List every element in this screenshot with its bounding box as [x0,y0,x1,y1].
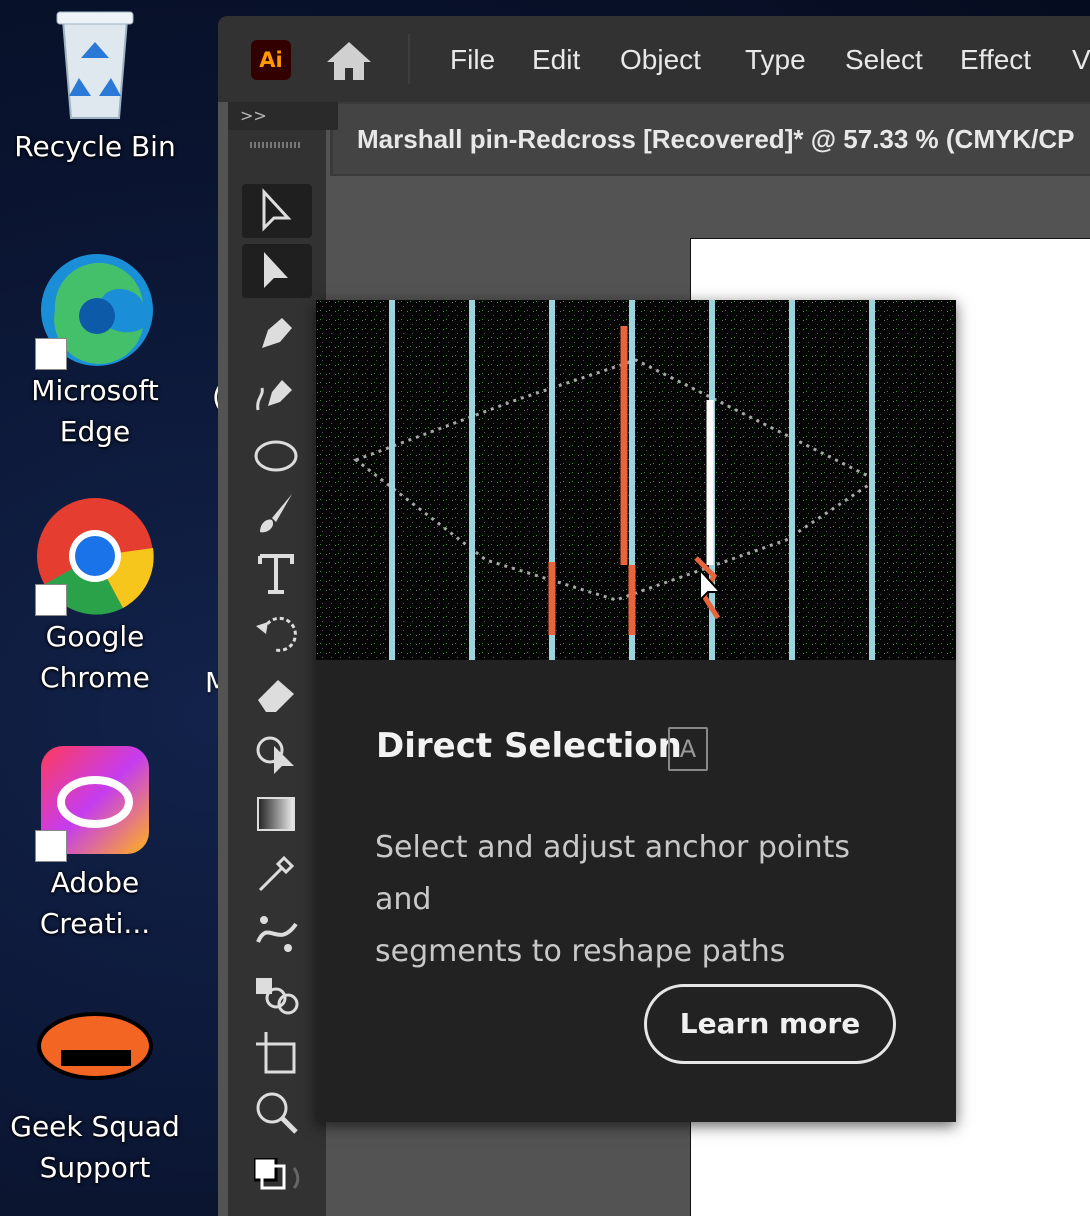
shortcut-arrow-icon [35,584,67,616]
tooltip-title: Direct Selection [376,726,682,766]
tool-tooltip-popup: Direct Selection A Select and adjust anc… [316,300,956,1122]
panel-grip[interactable] [250,142,300,148]
illustrator-logo: Ai [251,40,291,80]
menu-select[interactable]: Select [845,40,923,80]
rotate-tool-icon[interactable] [242,606,312,660]
puppet-warp-tool-icon[interactable] [242,906,312,960]
menu-effect[interactable]: Effect [960,40,1031,80]
creative-cloud-icon [35,742,155,862]
menu-object[interactable]: Object [620,40,701,80]
desktop-icon-microsoft-edge[interactable]: Microsoft Edge [0,250,190,452]
blend-tool-icon[interactable] [242,966,312,1020]
tooltip-description-line-2: segments to reshape paths [375,934,786,969]
pen-tool-icon[interactable] [242,306,312,360]
menu-file[interactable]: File [450,40,495,80]
fill-stroke-swap-icon[interactable] [242,1154,312,1208]
menu-bar: Ai File Edit Object Type Select Effect V [218,16,1090,102]
panel-collapse-button[interactable]: >> [228,102,338,130]
learn-more-button[interactable]: Learn more [644,984,896,1064]
tooltip-description: Select and adjust anchor points and segm… [375,822,915,978]
menu-separator [408,34,410,84]
zoom-tool-icon[interactable] [242,1086,312,1140]
recycle-bin-icon [35,6,155,126]
tooltip-description-line-1: Select and adjust anchor points and [375,830,851,917]
shortcut-arrow-icon [35,830,67,862]
eraser-tool-icon[interactable] [242,666,312,720]
chrome-label: Google Chrome [40,620,150,694]
home-icon[interactable] [325,40,373,82]
gradient-tool-icon[interactable] [242,786,312,840]
edge-label: Microsoft Edge [31,374,159,448]
recycle-bin-label: Recycle Bin [14,130,176,163]
menu-view[interactable]: V [1072,40,1090,80]
artboard-tool-icon[interactable] [242,1026,312,1080]
shortcut-arrow-icon [35,338,67,370]
eyedropper-tool-icon[interactable] [242,846,312,900]
desktop-icon-recycle-bin[interactable]: Recycle Bin [0,6,190,167]
desktop-icon-google-chrome[interactable]: Google Chrome [0,496,190,698]
tooltip-shortcut-key: A [668,727,708,771]
paintbrush-tool-icon[interactable] [242,486,312,540]
geek-squad-icon [35,986,155,1106]
desktop-icon-adobe-creative-cloud[interactable]: Adobe Creati... [0,742,190,944]
direct-selection-tool-icon[interactable] [242,244,312,298]
tooltip-demo-animation [316,300,956,660]
document-tab[interactable]: Marshall pin-Redcross [Recovered]* @ 57.… [333,104,1090,174]
ellipse-tool-icon[interactable] [242,426,312,480]
curvature-tool-icon[interactable] [242,366,312,420]
creative-cloud-label: Adobe Creati... [39,866,151,940]
edge-icon [35,250,155,370]
menu-edit[interactable]: Edit [532,40,580,80]
type-tool-icon[interactable] [242,546,312,600]
geek-squad-label: Geek Squad Support [10,1110,180,1184]
menu-type[interactable]: Type [745,40,806,80]
selection-tool-icon[interactable] [242,184,312,238]
shape-builder-tool-icon[interactable] [242,726,312,780]
tools-panel: >> [228,102,338,1216]
chrome-icon [35,496,155,616]
desktop-icon-geek-squad-support[interactable]: Geek Squad Support [0,986,190,1188]
